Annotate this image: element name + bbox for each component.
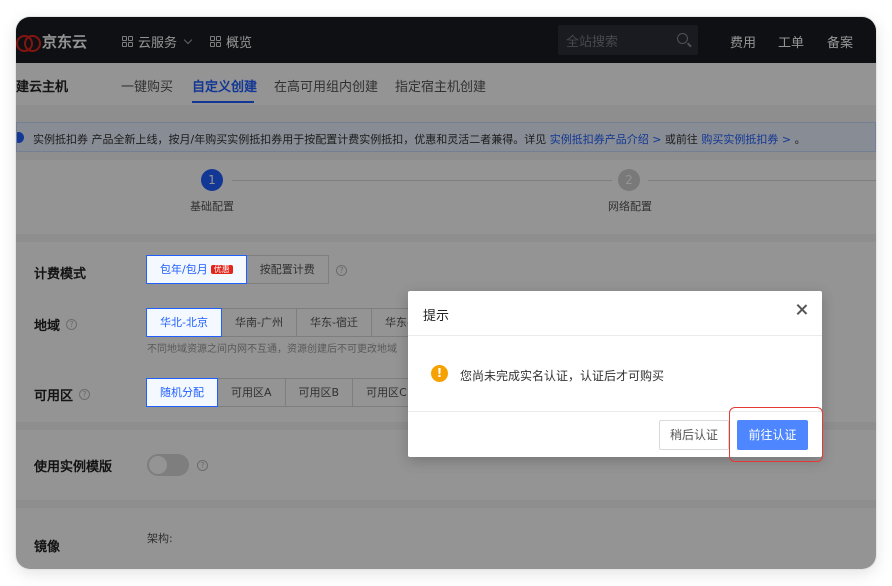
close-icon[interactable] [795,303,809,317]
region-option-beijing[interactable]: 华北-北京 [146,308,222,337]
dialog-message: 您尚未完成实名认证，认证后才可购买 [460,369,665,383]
dialog-title: 提示 [423,309,450,324]
promo-badge: 优惠 [210,265,233,274]
dialog-divider-top [408,335,822,336]
billing-option-prepaid-label: 包年/包月 [160,263,208,276]
billing-option-prepaid[interactable]: 包年/包月 优惠 [146,255,247,284]
verify-later-button[interactable]: 稍后认证 [659,420,729,450]
warning-icon: ! [431,365,448,382]
highlight-box [729,407,823,462]
browser-frame: 京东云 云服务 概览 全站搜索 费用 工单 备案 建云主机 一键购买 自定义创建… [16,17,876,569]
zone-option-random[interactable]: 随机分配 [146,378,218,407]
